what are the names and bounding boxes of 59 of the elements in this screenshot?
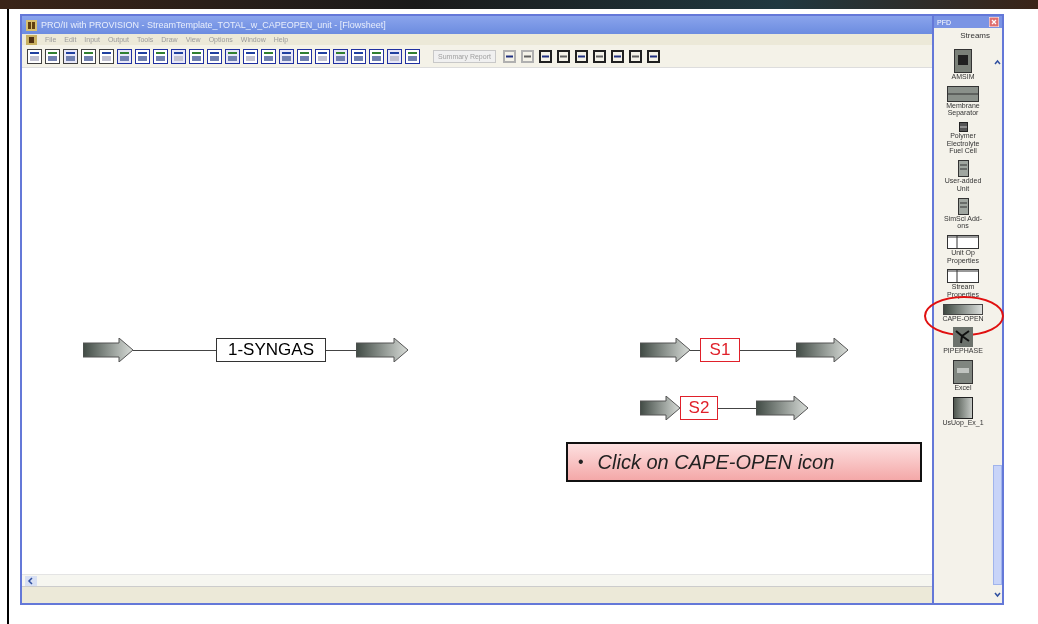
tool-icon[interactable] — [278, 47, 295, 65]
tool-icon[interactable] — [386, 47, 403, 65]
unit-bar-icon — [943, 303, 983, 315]
unit-icon — [957, 197, 969, 215]
tool-icon[interactable] — [332, 47, 349, 65]
product-arrow-icon — [356, 338, 408, 362]
tool-icon[interactable] — [62, 47, 79, 65]
membrane-icon — [947, 85, 979, 102]
spreadsheet-icon — [953, 360, 973, 384]
tool-icon[interactable] — [44, 47, 61, 65]
network-icon — [953, 327, 973, 348]
app-icon — [26, 19, 37, 31]
tool-icon[interactable] — [368, 47, 385, 65]
tool-icon[interactable] — [80, 47, 97, 65]
unit-icon — [957, 160, 969, 178]
product-arrow-icon — [796, 338, 848, 362]
tool-icon[interactable] — [350, 47, 367, 65]
tool-icon[interactable] — [188, 47, 205, 65]
tool-icon[interactable] — [26, 47, 43, 65]
window-title: PRO/II with PROVISION - StreamTemplate_TOTAL_w_CAPEOPEN_unit - [Flowsheet] — [41, 20, 386, 30]
table-icon — [947, 269, 979, 284]
tool-icon[interactable] — [296, 47, 313, 65]
tool-icon[interactable] — [224, 47, 241, 65]
tool-icon[interactable] — [626, 47, 644, 65]
unit-icon — [954, 49, 972, 73]
scroll-left-icon[interactable] — [25, 575, 37, 586]
close-icon[interactable] — [989, 17, 999, 27]
tool-icon[interactable] — [98, 47, 115, 65]
stream-label[interactable]: S1 — [700, 338, 740, 362]
tool-icon[interactable] — [644, 47, 662, 65]
tool-icon[interactable] — [608, 47, 626, 65]
callout-text: Click on CAPE-OPEN icon — [597, 450, 835, 474]
tool-icon[interactable] — [536, 47, 554, 65]
feed-arrow-icon — [640, 396, 680, 420]
tool-icon[interactable] — [134, 47, 151, 65]
stream-label[interactable]: 1-SYNGAS — [216, 338, 326, 362]
tool-icon[interactable] — [242, 47, 259, 65]
tool-icon[interactable] — [260, 47, 277, 65]
document-icon — [26, 34, 37, 45]
stream-label[interactable]: S2 — [680, 396, 718, 420]
cell-icon — [958, 122, 968, 133]
tool-icon[interactable] — [206, 47, 223, 65]
tool-icon[interactable] — [314, 47, 331, 65]
tool-icon[interactable] — [572, 47, 590, 65]
bullet: • — [578, 453, 584, 471]
tool-icon[interactable] — [116, 47, 133, 65]
scroll-thumb[interactable] — [992, 465, 1002, 585]
tool-icon[interactable] — [170, 47, 187, 65]
product-arrow-icon — [756, 396, 808, 420]
feed-arrow-icon — [640, 338, 690, 362]
tool-icon[interactable] — [404, 47, 421, 65]
unit-icon — [953, 396, 973, 419]
tool-icon[interactable] — [554, 47, 572, 65]
feed-arrow-icon — [83, 338, 133, 362]
palette-heading: Streams — [960, 31, 990, 40]
table-icon — [947, 234, 979, 249]
tool-icon[interactable] — [590, 47, 608, 65]
tool-icon[interactable] — [152, 47, 169, 65]
horizontal-scrollbar[interactable] — [22, 574, 932, 586]
